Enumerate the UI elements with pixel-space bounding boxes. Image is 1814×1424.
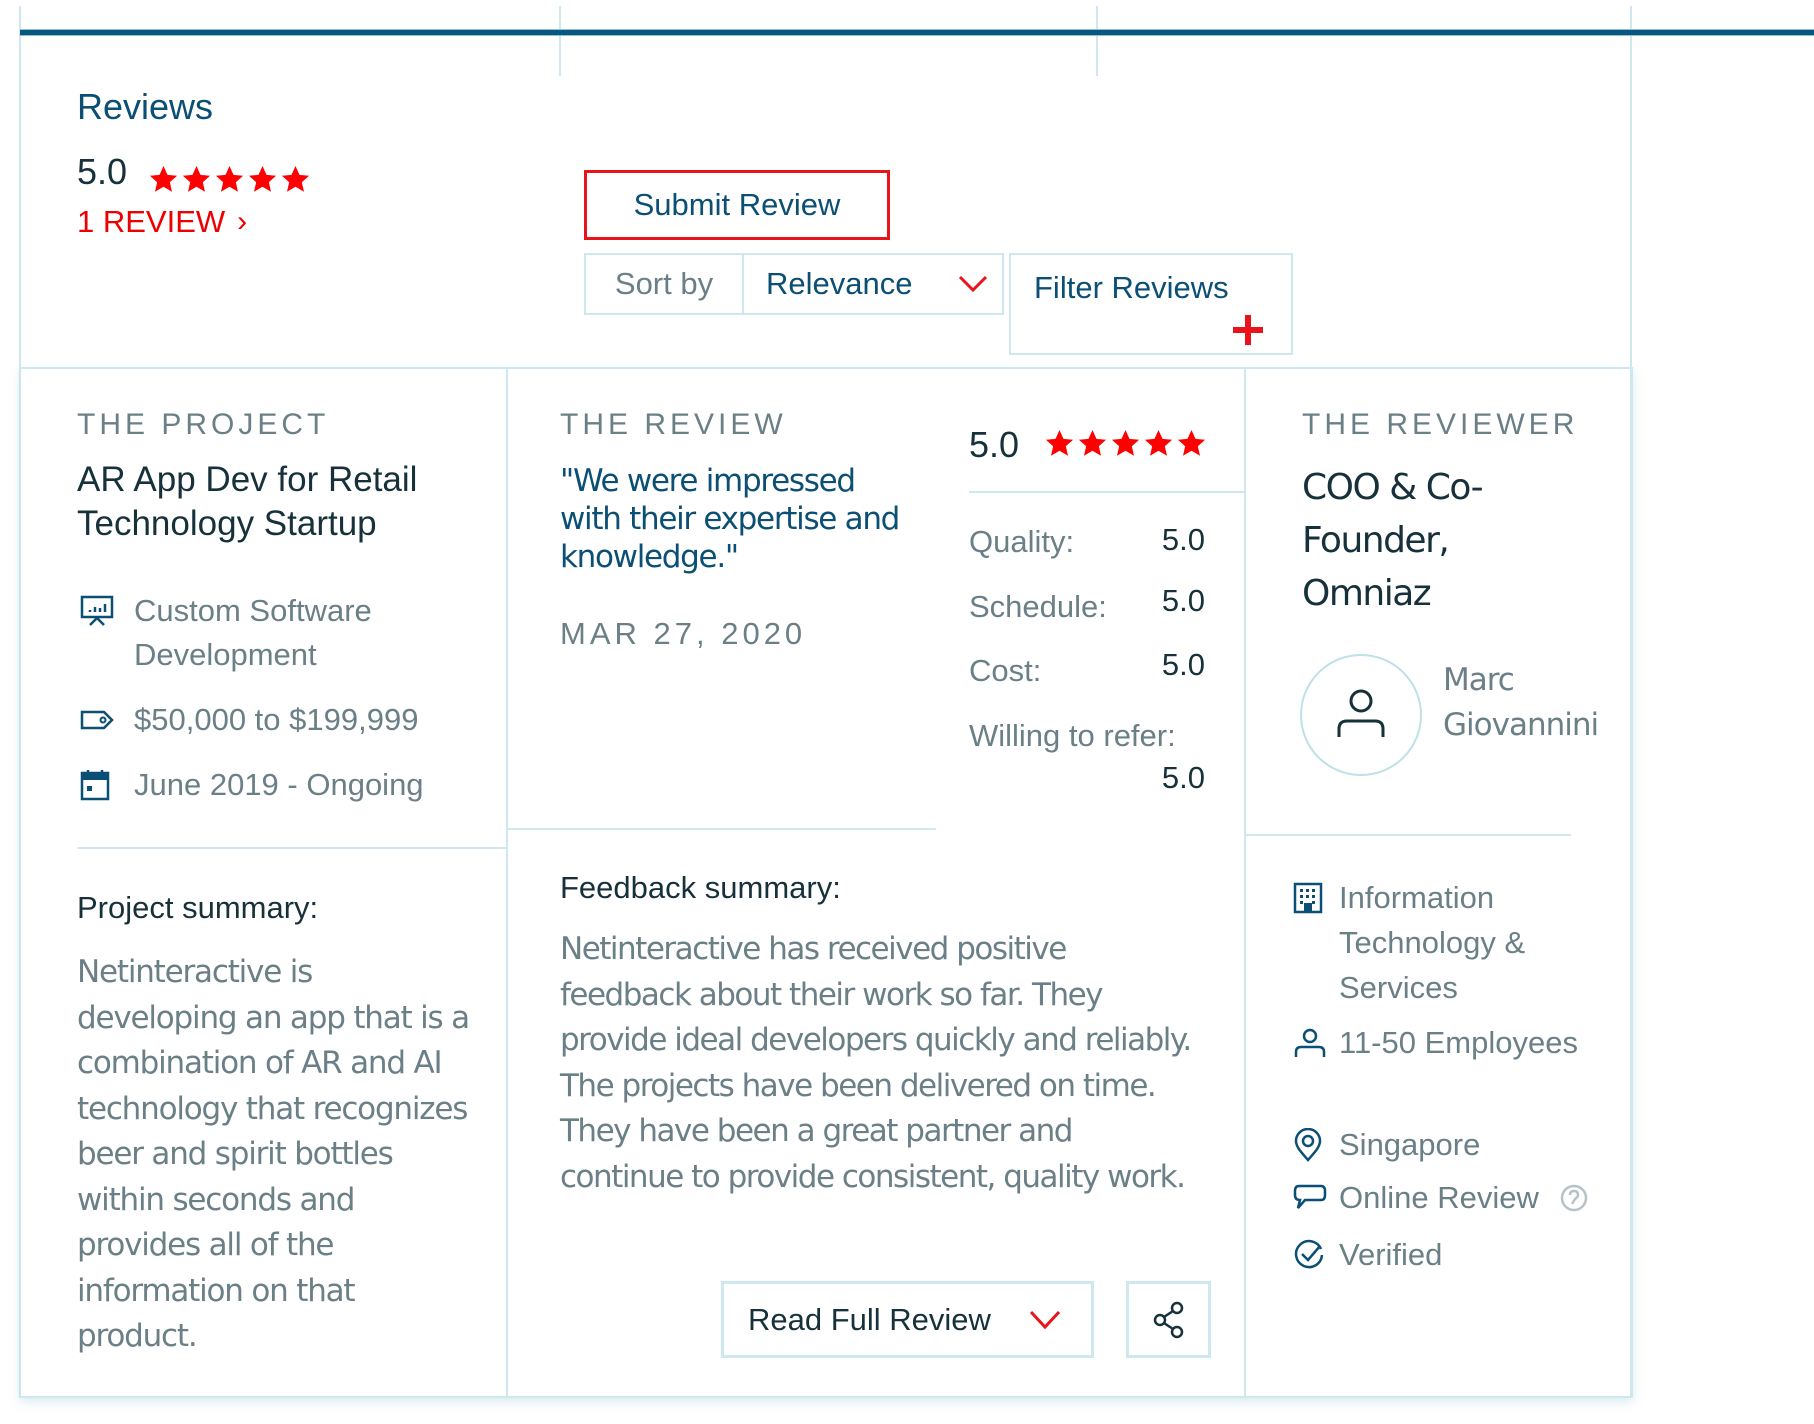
- price-tag-icon: [80, 698, 120, 742]
- project-budget-text: $50,000 to $199,999: [134, 702, 419, 737]
- star-icon: [281, 165, 310, 192]
- reviewer-location-text: Singapore: [1339, 1127, 1481, 1162]
- star-icon: [1177, 429, 1206, 456]
- map-pin-icon: [1293, 1122, 1329, 1167]
- reviewer-company-size: 11-50 Employees: [1293, 1020, 1593, 1065]
- plus-icon: [1233, 315, 1263, 345]
- reviewer-section-label: THE REVIEWER: [1302, 408, 1579, 441]
- rating-label: Quality:: [969, 524, 1075, 559]
- rating-value: 5.0: [1161, 583, 1205, 618]
- section-divider: [77, 847, 507, 849]
- filter-reviews-button[interactable]: Filter Reviews: [1009, 253, 1293, 355]
- user-icon: [1337, 689, 1385, 737]
- star-icon: [182, 165, 211, 192]
- review-date: MAR 27, 2020: [560, 616, 807, 651]
- speech-bubble-icon: [1293, 1175, 1329, 1220]
- rating-value: 5.0: [1161, 647, 1205, 682]
- review-verification: Verified: [1293, 1232, 1442, 1277]
- project-budget: $50,000 to $199,999: [80, 698, 418, 742]
- rating-value: 5.0: [1161, 760, 1205, 795]
- section-divider: [1246, 834, 1571, 836]
- avatar: [1300, 654, 1422, 776]
- submit-review-button[interactable]: Submit Review: [584, 170, 890, 240]
- overall-rating: 5.0: [77, 151, 128, 192]
- filter-reviews-label: Filter Reviews: [1034, 270, 1229, 305]
- review-source: Online Review: [1293, 1175, 1589, 1220]
- star-icon: [1111, 429, 1140, 456]
- rating-quality: Quality: 5.0: [969, 522, 1205, 560]
- building-icon: [1293, 875, 1329, 920]
- frame-divider: [1096, 6, 1098, 76]
- section-title: Reviews: [77, 86, 214, 127]
- project-dates: June 2019 - Ongoing: [80, 763, 424, 807]
- star-icon: [1144, 429, 1173, 456]
- column-divider: [506, 369, 508, 1396]
- presentation-chart-icon: [80, 589, 120, 633]
- read-full-review-label: Read Full Review: [748, 1301, 991, 1337]
- star-icon: [215, 165, 244, 192]
- check-circle-icon: [1293, 1232, 1329, 1277]
- review-verification-text: Verified: [1339, 1237, 1443, 1272]
- read-full-review-button[interactable]: Read Full Review: [721, 1281, 1094, 1358]
- review-star-rating: [1044, 428, 1207, 459]
- sort-select[interactable]: Relevance: [744, 255, 1002, 313]
- reviewer-industry: Information Technology & Services: [1293, 875, 1593, 1010]
- review-count-link[interactable]: 1 REVIEW ›: [77, 204, 247, 240]
- project-dates-text: June 2019 - Ongoing: [134, 767, 424, 802]
- section-divider: [969, 491, 1245, 493]
- project-summary-text: Netinteractive is developing an app that…: [77, 954, 470, 1354]
- feedback-summary-heading: Feedback summary:: [560, 870, 841, 905]
- rating-cost: Cost: 5.0: [969, 647, 1205, 689]
- column-divider: [1244, 369, 1246, 1396]
- review-overall-rating: 5.0: [969, 424, 1020, 465]
- sort-selected-value: Relevance: [766, 266, 913, 301]
- rating-label: Schedule:: [969, 589, 1107, 624]
- reviewer-company-size-text: 11-50 Employees: [1339, 1025, 1578, 1060]
- review-count-label: 1 REVIEW: [77, 204, 226, 239]
- project-section-label: THE PROJECT: [77, 408, 330, 441]
- share-button[interactable]: [1126, 1281, 1211, 1358]
- chevron-down-icon: [1029, 1310, 1061, 1330]
- review-section-label: THE REVIEW: [560, 408, 787, 441]
- project-service-text: Custom Software Development: [134, 593, 372, 672]
- review-quote: "We were impressed with their expertise …: [560, 463, 900, 575]
- project-summary-heading: Project summary:: [77, 890, 319, 925]
- star-icon: [149, 165, 178, 192]
- rating-label: Cost:: [969, 653, 1042, 688]
- person-icon: [1293, 1020, 1329, 1065]
- chevron-right-icon: ›: [237, 205, 248, 238]
- star-icon: [1045, 429, 1074, 456]
- star-icon: [1078, 429, 1107, 456]
- chevron-down-icon: [958, 275, 988, 293]
- rating-willing-to-refer: Willing to refer: 5.0: [969, 718, 1205, 798]
- share-icon: [1153, 1301, 1183, 1338]
- feedback-summary-text: Netinteractive has received positive fee…: [560, 931, 1192, 1195]
- reviewer-location: Singapore: [1293, 1122, 1480, 1167]
- rating-schedule: Schedule: 5.0: [969, 583, 1205, 625]
- review-source-text: Online Review: [1339, 1180, 1539, 1215]
- rating-value: 5.0: [1161, 522, 1205, 557]
- reviewer-name: Marc Giovannini: [1443, 662, 1599, 743]
- frame-divider: [559, 6, 561, 76]
- question-circle-icon[interactable]: [1559, 1175, 1589, 1220]
- project-service: Custom Software Development: [80, 589, 480, 677]
- overall-star-rating: [148, 164, 311, 195]
- top-accent-bar: [20, 29, 1814, 36]
- reviewer-title: COO & Co-Founder, Omniaz: [1302, 467, 1484, 614]
- reviewer-industry-text: Information Technology & Services: [1339, 880, 1526, 1005]
- calendar-icon: [80, 763, 120, 807]
- section-divider: [508, 828, 936, 830]
- sort-control: Sort by Relevance: [584, 253, 1004, 315]
- sort-by-label: Sort by: [586, 255, 744, 313]
- star-icon: [248, 165, 277, 192]
- project-title: AR App Dev for Retail Technology Startup: [77, 460, 418, 543]
- rating-label: Willing to refer:: [969, 718, 1176, 753]
